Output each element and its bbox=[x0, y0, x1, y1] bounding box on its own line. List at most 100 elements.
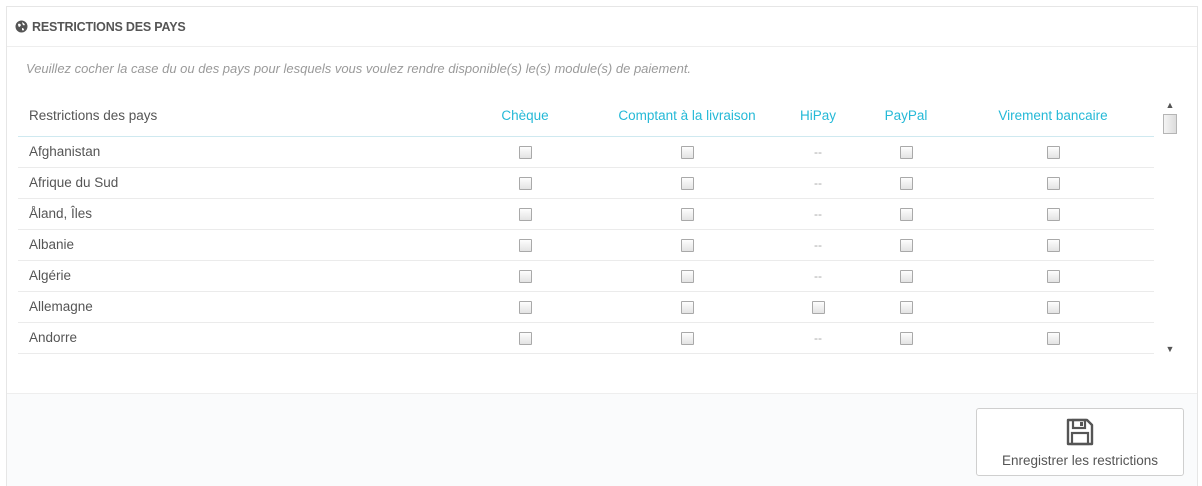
table-row: Andorre -- bbox=[18, 322, 1154, 354]
module-cell: -- bbox=[776, 322, 860, 354]
module-cell bbox=[598, 198, 776, 230]
module-cell bbox=[452, 167, 598, 199]
module-cell bbox=[952, 260, 1154, 292]
table-body: Afghanistan -- Afrique du Sud -- Åland, Îles… bbox=[18, 136, 1154, 354]
module-cell: -- bbox=[776, 167, 860, 199]
restriction-checkbox[interactable] bbox=[680, 269, 694, 283]
module-cell: -- bbox=[776, 136, 860, 168]
floppy-disk-icon bbox=[1066, 418, 1094, 445]
restriction-checkbox[interactable] bbox=[1046, 145, 1060, 159]
restriction-checkbox[interactable] bbox=[899, 331, 913, 345]
scrollbar-thumb[interactable] bbox=[1163, 114, 1177, 134]
restriction-checkbox[interactable] bbox=[518, 176, 532, 190]
module-cell bbox=[952, 136, 1154, 168]
scroll-down-icon[interactable]: ▼ bbox=[1162, 342, 1178, 356]
restriction-checkbox[interactable] bbox=[899, 300, 913, 314]
table-row: Afrique du Sud -- bbox=[18, 167, 1154, 199]
save-restrictions-button[interactable]: Enregistrer les restrictions bbox=[976, 408, 1184, 476]
panel-footer: Enregistrer les restrictions bbox=[7, 393, 1197, 486]
restriction-checkbox[interactable] bbox=[518, 269, 532, 283]
restriction-checkbox[interactable] bbox=[811, 300, 825, 314]
restriction-checkbox[interactable] bbox=[680, 145, 694, 159]
unavailable-dash: -- bbox=[814, 269, 822, 283]
module-cell bbox=[598, 167, 776, 199]
restrictions-table-container: Restrictions des pays Chèque Comptant à la… bbox=[18, 96, 1182, 358]
module-cell bbox=[452, 229, 598, 261]
module-cell bbox=[598, 322, 776, 354]
column-header-module: Comptant à la livraison bbox=[598, 96, 776, 137]
table-row: Åland, Îles -- bbox=[18, 198, 1154, 230]
column-header-module: PayPal bbox=[860, 96, 952, 137]
restriction-checkbox[interactable] bbox=[1046, 176, 1060, 190]
restriction-checkbox[interactable] bbox=[680, 331, 694, 345]
restriction-checkbox[interactable] bbox=[680, 300, 694, 314]
unavailable-dash: -- bbox=[814, 238, 822, 252]
globe-icon bbox=[15, 20, 28, 33]
module-cell bbox=[860, 198, 952, 230]
country-name: Andorre bbox=[18, 322, 452, 354]
restriction-checkbox[interactable] bbox=[1046, 207, 1060, 221]
column-header-module: HiPay bbox=[776, 96, 860, 137]
column-header-module: Virement bancaire bbox=[952, 96, 1154, 137]
panel-header: RESTRICTIONS DES PAYS bbox=[7, 7, 1197, 47]
restriction-checkbox[interactable] bbox=[518, 331, 532, 345]
module-cell bbox=[952, 229, 1154, 261]
module-cell bbox=[452, 322, 598, 354]
country-name: Algérie bbox=[18, 260, 452, 292]
restriction-checkbox[interactable] bbox=[680, 238, 694, 252]
restriction-checkbox[interactable] bbox=[899, 207, 913, 221]
unavailable-dash: -- bbox=[814, 331, 822, 345]
module-cell bbox=[860, 167, 952, 199]
restrictions-table: Restrictions des pays Chèque Comptant à la… bbox=[18, 96, 1154, 354]
restriction-checkbox[interactable] bbox=[1046, 269, 1060, 283]
table-scrollbar[interactable]: ▲ ▼ bbox=[1162, 98, 1178, 354]
module-cell bbox=[452, 136, 598, 168]
scroll-up-icon[interactable]: ▲ bbox=[1162, 98, 1178, 112]
restriction-checkbox[interactable] bbox=[680, 176, 694, 190]
restriction-checkbox[interactable] bbox=[680, 207, 694, 221]
module-cell: -- bbox=[776, 229, 860, 261]
country-name: Albanie bbox=[18, 229, 452, 261]
restriction-checkbox[interactable] bbox=[899, 269, 913, 283]
module-cell bbox=[776, 291, 860, 323]
country-name: Afghanistan bbox=[18, 136, 452, 168]
module-cell bbox=[598, 291, 776, 323]
restriction-checkbox[interactable] bbox=[1046, 238, 1060, 252]
module-cell bbox=[952, 167, 1154, 199]
module-cell bbox=[598, 260, 776, 292]
table-row: Afghanistan -- bbox=[18, 136, 1154, 168]
table-row: Allemagne bbox=[18, 291, 1154, 323]
panel-title: RESTRICTIONS DES PAYS bbox=[32, 19, 186, 34]
unavailable-dash: -- bbox=[814, 207, 822, 221]
country-name: Åland, Îles bbox=[18, 198, 452, 230]
module-cell bbox=[598, 136, 776, 168]
restriction-checkbox[interactable] bbox=[518, 238, 532, 252]
module-cell bbox=[860, 322, 952, 354]
column-header-country: Restrictions des pays bbox=[18, 96, 452, 137]
scrollbar-track[interactable] bbox=[1162, 136, 1178, 342]
restriction-checkbox[interactable] bbox=[518, 145, 532, 159]
module-cell bbox=[952, 322, 1154, 354]
country-name: Afrique du Sud bbox=[18, 167, 452, 199]
column-header-module: Chèque bbox=[452, 96, 598, 137]
module-cell bbox=[952, 198, 1154, 230]
restriction-checkbox[interactable] bbox=[899, 176, 913, 190]
unavailable-dash: -- bbox=[814, 176, 822, 190]
restriction-checkbox[interactable] bbox=[1046, 300, 1060, 314]
module-cell bbox=[860, 229, 952, 261]
module-cell bbox=[860, 260, 952, 292]
module-cell bbox=[860, 136, 952, 168]
module-cell: -- bbox=[776, 198, 860, 230]
module-cell bbox=[452, 198, 598, 230]
save-button-label: Enregistrer les restrictions bbox=[1001, 452, 1159, 468]
restriction-checkbox[interactable] bbox=[899, 145, 913, 159]
module-cell bbox=[452, 291, 598, 323]
restriction-checkbox[interactable] bbox=[899, 238, 913, 252]
table-row: Algérie -- bbox=[18, 260, 1154, 292]
restriction-checkbox[interactable] bbox=[1046, 331, 1060, 345]
restriction-checkbox[interactable] bbox=[518, 207, 532, 221]
module-cell: -- bbox=[776, 260, 860, 292]
table-header-row: Restrictions des pays Chèque Comptant à la… bbox=[18, 96, 1154, 137]
restriction-checkbox[interactable] bbox=[518, 300, 532, 314]
module-cell bbox=[860, 291, 952, 323]
